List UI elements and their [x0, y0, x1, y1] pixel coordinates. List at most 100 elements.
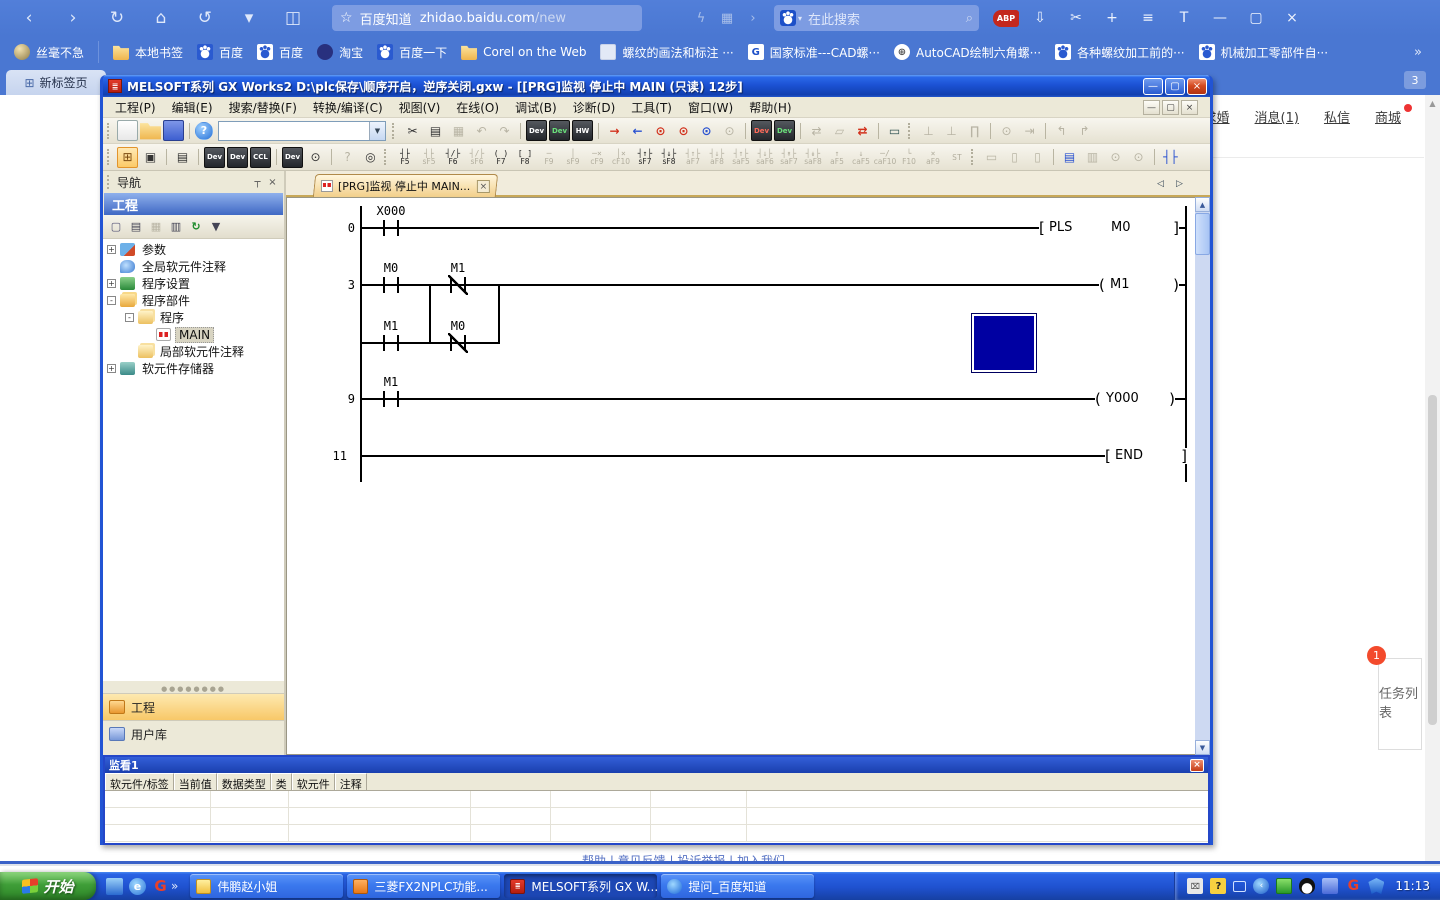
- pulse-open-branch-button[interactable]: ┤↑├ saF5: [730, 146, 753, 169]
- shield-tray-icon[interactable]: [1368, 878, 1384, 894]
- monitor-read-icon[interactable]: ⊙: [650, 120, 671, 141]
- contact-nc[interactable]: [450, 335, 466, 351]
- tab-new-tab[interactable]: ⊞ 新标签页: [6, 70, 106, 95]
- horizontal-line-button[interactable]: ─ F9: [538, 146, 561, 169]
- pulse-nc-close-button[interactable]: ┤↡├ saF8: [802, 146, 825, 169]
- delete-hline-button[interactable]: ─× cF9: [586, 146, 609, 169]
- nav-sort-icon[interactable]: ▼: [206, 217, 226, 237]
- help2-icon[interactable]: ?: [337, 147, 358, 168]
- scroll-up-icon[interactable]: ▲: [1425, 99, 1440, 108]
- page-scrollbar[interactable]: ▲: [1425, 95, 1440, 866]
- redo-icon[interactable]: ↷: [494, 120, 515, 141]
- split-view-icon[interactable]: ◫: [278, 5, 308, 31]
- separator[interactable]: [273, 147, 280, 168]
- menu-item[interactable]: 诊断(D): [565, 97, 624, 118]
- device-hw-icon[interactable]: HW: [572, 120, 593, 141]
- task-list-button[interactable]: 任务列表: [1378, 658, 1422, 750]
- instruction-end[interactable]: END: [1105, 448, 1187, 464]
- open-branch-button[interactable]: ┤├ sF5: [418, 146, 441, 169]
- device-find-icon[interactable]: Dev: [204, 147, 225, 168]
- monitor-write-icon[interactable]: ⊙: [673, 120, 694, 141]
- bookmark-machine-parts[interactable]: 机械加工零部件自···: [1199, 41, 1328, 63]
- watch-column-header[interactable]: 数据类型: [217, 773, 271, 790]
- scroll-thumb[interactable]: [1428, 395, 1437, 725]
- watch-column-header[interactable]: 注释: [335, 773, 367, 790]
- device-display-icon[interactable]: Dev: [282, 147, 303, 168]
- watch-column-header[interactable]: 类: [271, 773, 292, 790]
- monitor-stop-icon[interactable]: ⊥: [941, 120, 962, 141]
- minimize-icon[interactable]: —: [1205, 5, 1235, 31]
- task-melsoft-button[interactable]: ≣ MELSOFT系列 GX W...: [504, 874, 657, 898]
- bookmarks-overflow-icon[interactable]: »: [1414, 45, 1422, 60]
- mdi-close-icon[interactable]: ×: [1181, 100, 1198, 115]
- quick-launch-more-icon[interactable]: »: [171, 879, 178, 893]
- restore-icon[interactable]: ▢: [1241, 5, 1271, 31]
- watch-jump-icon[interactable]: ⇥: [1019, 120, 1040, 141]
- window-titlebar[interactable]: ≣ MELSOFT系列 GX Works2 D:\plc保存\顺序开启，逆序关闭…: [103, 75, 1210, 97]
- paste-icon[interactable]: ▦: [448, 120, 469, 141]
- falling-branch-button[interactable]: ┤↓├ aF8: [706, 146, 729, 169]
- bookmark-autocad-hex[interactable]: ⊕ AutoCAD绘制六角螺···: [894, 41, 1041, 63]
- link-messages[interactable]: 消息(1): [1255, 107, 1302, 126]
- open-project-icon[interactable]: [140, 120, 161, 141]
- window-close-button[interactable]: ×: [1187, 78, 1207, 95]
- watch-column-header[interactable]: 软元件: [292, 773, 335, 790]
- nav-copy-icon[interactable]: ▤: [126, 217, 146, 237]
- nav-refresh-icon[interactable]: ↻: [186, 217, 206, 237]
- find-binocular-icon[interactable]: ◎: [360, 147, 381, 168]
- tree-item-parameter[interactable]: + 参数: [103, 241, 284, 258]
- skip-run2-icon[interactable]: ↱: [1074, 120, 1095, 141]
- coil-output[interactable]: Y000: [1095, 391, 1175, 407]
- tab-scroll-left-icon[interactable]: ◁: [1154, 177, 1167, 191]
- separator[interactable]: [517, 120, 524, 141]
- undo-icon[interactable]: ↶: [471, 120, 492, 141]
- search-engine-icon[interactable]: [780, 10, 796, 26]
- user-library-tab[interactable]: 用户库: [103, 720, 284, 747]
- tree-item-program[interactable]: - 程序: [103, 309, 284, 326]
- nav-new-icon[interactable]: ▢: [106, 217, 126, 237]
- bookmark-user[interactable]: 丝毫不急: [14, 41, 84, 63]
- flash-play-icon[interactable]: ϟ: [688, 5, 714, 31]
- menu-item[interactable]: 编辑(E): [164, 97, 221, 118]
- device-table-icon[interactable]: Dev: [227, 147, 248, 168]
- device-comment-icon[interactable]: Dev: [526, 120, 547, 141]
- nav-paste-icon[interactable]: ▦: [146, 217, 166, 237]
- pulse-close-branch-button[interactable]: ┤↓├ saF6: [754, 146, 777, 169]
- screenshot-scissors-icon[interactable]: ✂: [1061, 5, 1091, 31]
- transfer-setup-icon[interactable]: ⇄: [806, 120, 827, 141]
- document-close-icon[interactable]: ×: [477, 180, 490, 193]
- remote-operation-icon[interactable]: ▱: [829, 120, 850, 141]
- undo-icon[interactable]: ↺: [190, 5, 220, 31]
- ime-tray-icon[interactable]: ?: [1210, 878, 1226, 894]
- ladder-display-icon[interactable]: ┤├: [1160, 147, 1181, 168]
- menu-item[interactable]: 调试(B): [507, 97, 565, 118]
- list-view-icon[interactable]: ▤: [172, 147, 193, 168]
- window-tray-icon[interactable]: [1233, 881, 1246, 892]
- invert-result-button[interactable]: ↑ aF5: [826, 146, 849, 169]
- watch-titlebar[interactable]: 监看1 ×: [105, 757, 1208, 773]
- menu-item[interactable]: 视图(V): [391, 97, 449, 118]
- mdi-restore-icon[interactable]: ▢: [1162, 100, 1179, 115]
- device-ccl-icon[interactable]: CCL: [250, 147, 271, 168]
- coil-output[interactable]: M1: [1099, 277, 1179, 293]
- device-search-icon[interactable]: ⊙: [305, 147, 326, 168]
- copy-icon[interactable]: ▤: [425, 120, 446, 141]
- tree-item-global-comment[interactable]: 全局软元件注释: [103, 258, 284, 275]
- tree-toggle[interactable]: +: [107, 245, 116, 254]
- module-config-icon[interactable]: ▣: [140, 147, 161, 168]
- link-private[interactable]: 私信: [1324, 107, 1353, 126]
- download-icon[interactable]: ⇩: [1025, 5, 1055, 31]
- separator[interactable]: [1151, 147, 1158, 168]
- mdi-minimize-icon[interactable]: —: [1143, 100, 1160, 115]
- search-input[interactable]: 在此搜索: [808, 9, 966, 28]
- tree-toggle[interactable]: -: [107, 296, 116, 305]
- watch-start-icon[interactable]: ⊙: [996, 120, 1017, 141]
- transfer-orange-icon[interactable]: ⇄: [852, 120, 873, 141]
- contact-nc[interactable]: [450, 277, 466, 293]
- separator[interactable]: [1042, 120, 1049, 141]
- branch-line-button[interactable]: └ F10: [898, 146, 921, 169]
- task-notepad-button[interactable]: 伟鹏赵小姐: [190, 874, 343, 898]
- add-icon[interactable]: +: [1097, 5, 1127, 31]
- separator[interactable]: [328, 147, 335, 168]
- cut-icon[interactable]: ✂: [402, 120, 423, 141]
